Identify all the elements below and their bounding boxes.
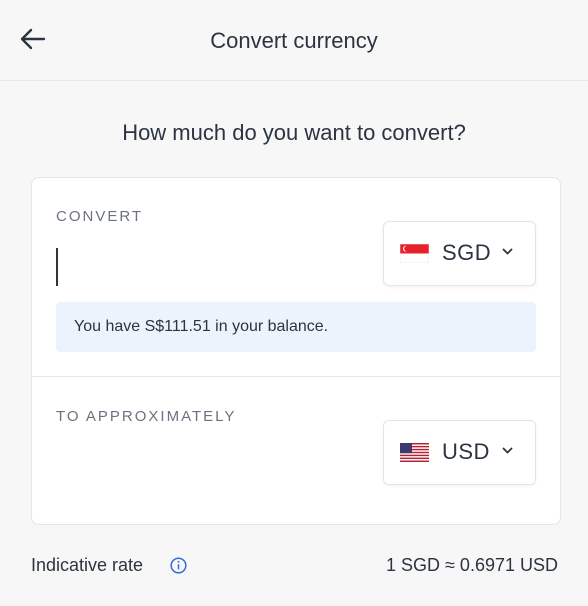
convert-amount-input[interactable] — [62, 242, 366, 294]
singapore-flag-icon — [400, 244, 429, 263]
chevron-down-icon — [502, 447, 513, 454]
conversion-card: CONVERT SGD You have S$111.51 in your ba… — [31, 177, 561, 525]
info-icon[interactable] — [170, 557, 187, 574]
indicative-rate-label: Indicative rate — [31, 555, 144, 575]
chevron-down-icon — [502, 248, 513, 255]
source-currency-select[interactable]: SGD — [383, 221, 536, 286]
convert-label: CONVERT — [56, 208, 144, 225]
us-flag-icon — [400, 443, 429, 462]
convert-question: How much do you want to convert? — [122, 120, 466, 145]
target-currency-code: USD — [442, 439, 490, 464]
source-currency-code: SGD — [442, 240, 492, 265]
text-caret — [56, 248, 58, 286]
page-title: Convert currency — [210, 28, 378, 53]
receive-label: TO APPROXIMATELY — [56, 408, 237, 425]
section-divider — [32, 376, 560, 377]
app-header: Convert currency — [0, 0, 588, 81]
balance-notice: You have S$111.51 in your balance. — [56, 302, 536, 352]
exchange-rate-value: 1 SGD ≈ 0.6971 USD — [386, 555, 558, 575]
target-currency-select[interactable]: USD — [383, 420, 536, 485]
